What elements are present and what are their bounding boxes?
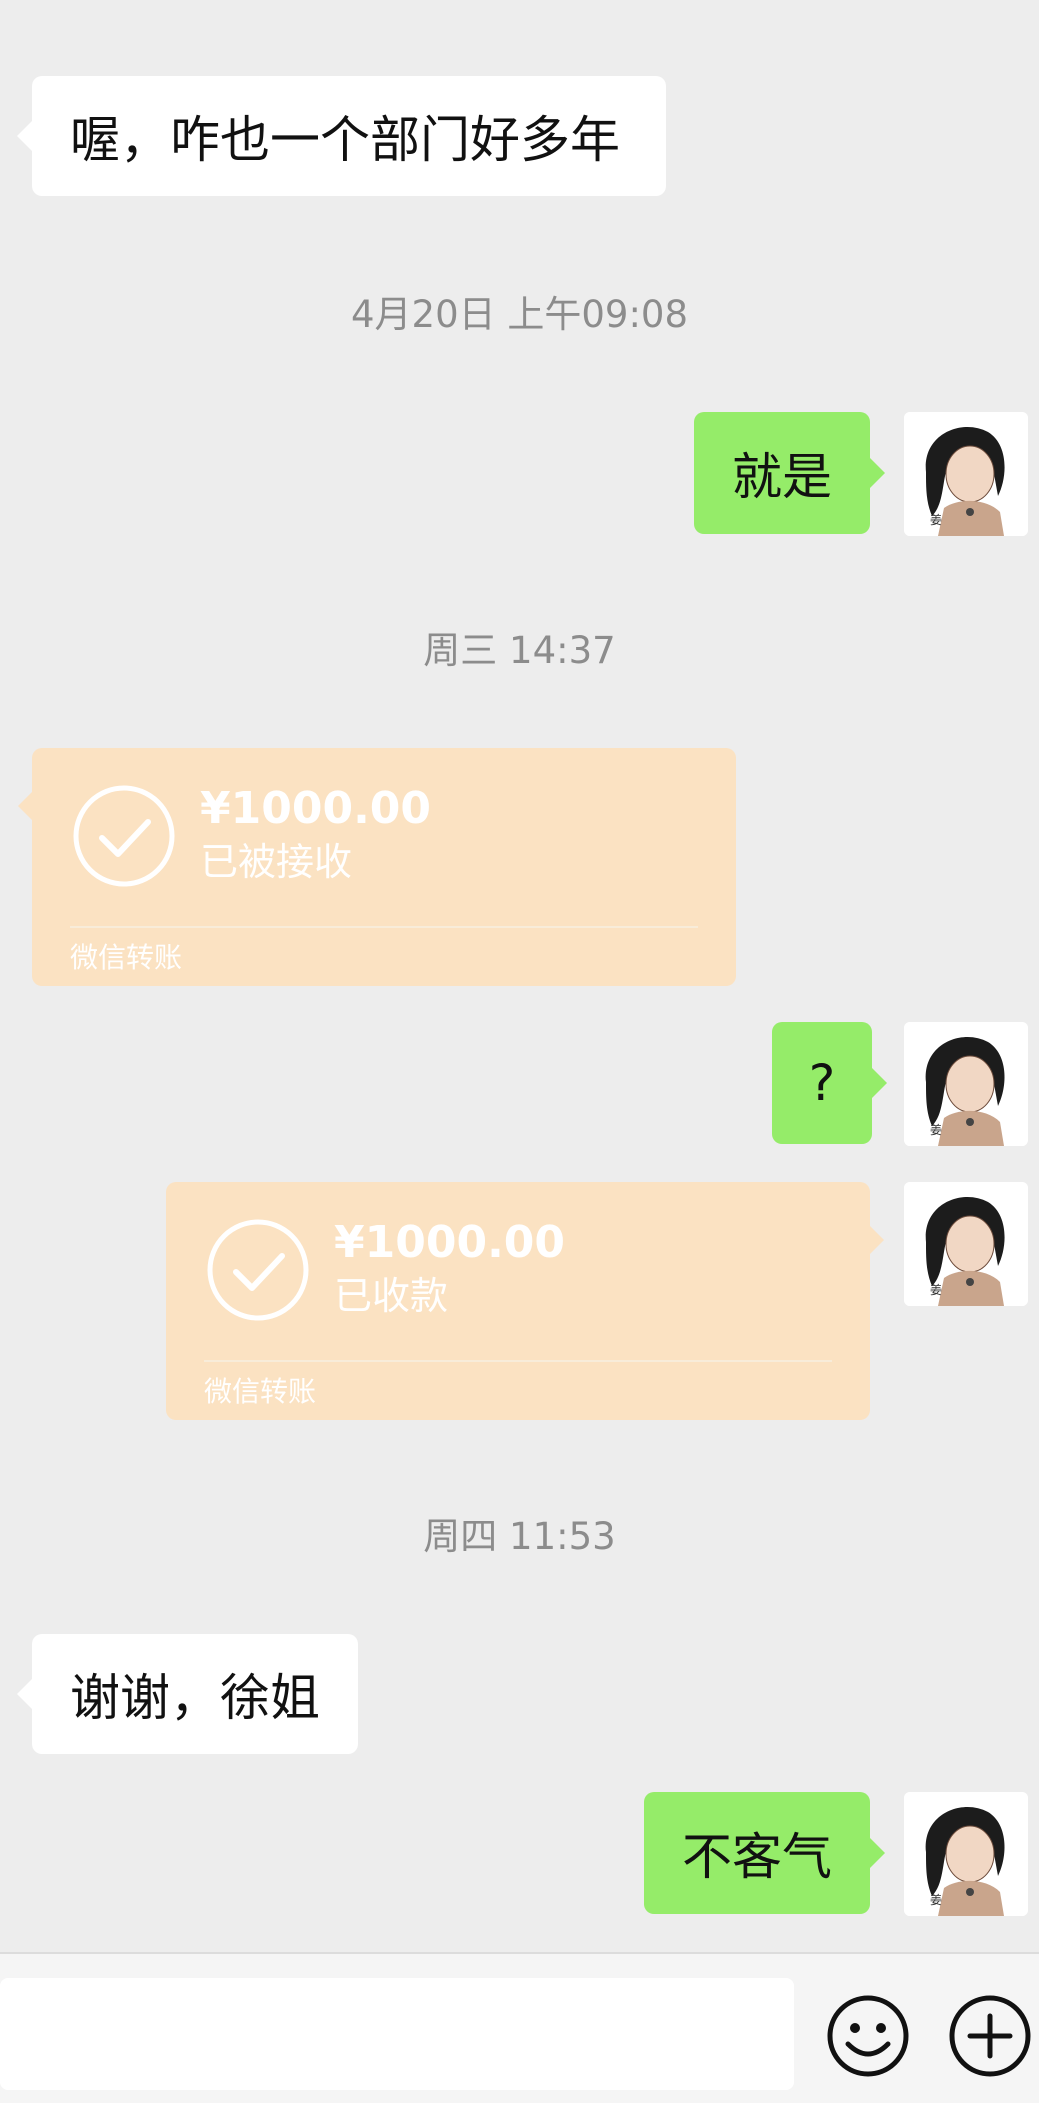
timestamp: 周三 14:37 <box>423 629 616 672</box>
svg-text:姜: 姜 <box>930 1283 942 1297</box>
svg-text:姜: 姜 <box>930 1893 942 1907</box>
transfer-footer: 微信转账 <box>204 1375 317 1408</box>
transfer-amount: ¥1000.00 <box>334 1217 566 1268</box>
plus-circle-icon[interactable] <box>946 1992 1034 2080</box>
avatar[interactable]: 姜 <box>904 1792 1028 1916</box>
divider <box>70 926 698 928</box>
message-text: 谢谢，徐姐 <box>70 1669 320 1727</box>
check-circle-icon <box>207 1219 309 1321</box>
message-text: ? <box>808 1054 836 1112</box>
check-circle-icon <box>73 785 175 887</box>
chat-area: 喔，咋也一个部门好多年 4月20日 上午09:08 就是 姜 周三 14:37 … <box>0 0 1039 1952</box>
message-input[interactable] <box>0 1978 794 2090</box>
timestamp: 周四 11:53 <box>423 1515 616 1558</box>
transfer-card-collected[interactable]: ¥1000.00 已收款 微信转账 <box>166 1182 884 1420</box>
message-outgoing[interactable]: 不客气 <box>644 1792 885 1914</box>
avatar[interactable]: 姜 <box>904 1022 1028 1146</box>
message-incoming[interactable]: 喔，咋也一个部门好多年 <box>17 76 666 196</box>
message-text: 就是 <box>732 448 832 506</box>
message-text: 不客气 <box>682 1828 832 1886</box>
transfer-footer: 微信转账 <box>70 941 183 974</box>
divider <box>204 1360 832 1362</box>
message-outgoing[interactable]: ? <box>772 1022 887 1144</box>
transfer-status: 已收款 <box>334 1274 449 1318</box>
transfer-amount: ¥1000.00 <box>200 783 432 834</box>
input-bar <box>0 1952 1039 2103</box>
svg-text:姜: 姜 <box>930 513 942 527</box>
transfer-card-received[interactable]: ¥1000.00 已被接收 微信转账 <box>18 748 736 986</box>
message-outgoing[interactable]: 就是 <box>694 412 885 534</box>
message-incoming[interactable]: 谢谢，徐姐 <box>17 1634 358 1754</box>
avatar[interactable]: 姜 <box>904 1182 1028 1306</box>
avatar[interactable]: 姜 <box>904 412 1028 536</box>
message-text: 喔，咋也一个部门好多年 <box>70 111 620 169</box>
transfer-status: 已被接收 <box>200 840 353 884</box>
svg-text:姜: 姜 <box>930 1123 942 1137</box>
timestamp: 4月20日 上午09:08 <box>350 293 688 336</box>
smile-icon[interactable] <box>824 1992 912 2080</box>
